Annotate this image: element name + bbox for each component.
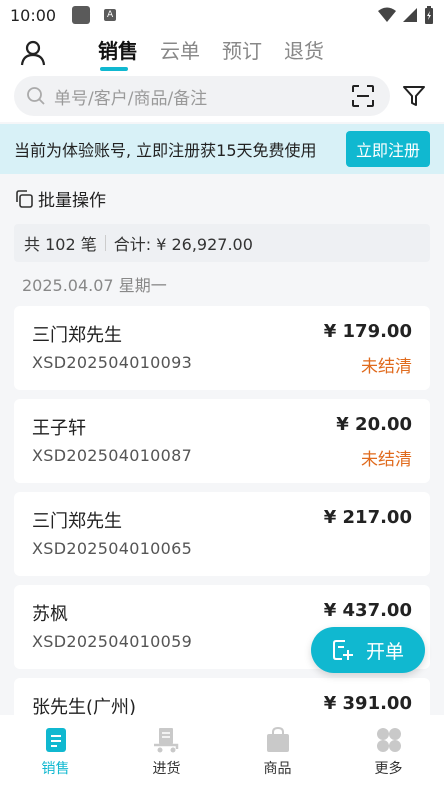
customer-name: 三门郑先生 [32,325,122,346]
sales-doc-icon [45,728,66,752]
user-profile-icon[interactable] [20,40,46,66]
top-tabs: 销售 云单 预订 退货 [98,36,324,71]
scan-icon[interactable] [352,85,374,107]
order-number: XSD202504010093 [32,353,193,372]
keyboard-icon: A [104,9,117,21]
purchase-cart-icon [153,728,178,753]
trial-banner-text: 当前为体验账号, 立即注册获15天免费使用 [14,141,317,160]
payment-status: 未结清 [361,450,412,470]
bottom-nav: 销售 进货 商品 更多 [0,715,444,789]
order-amount: ¥ 20.00 [336,414,412,435]
summary-divider [104,235,106,251]
order-total: 合计: ¥ 26,927.00 [113,235,253,254]
search-input[interactable]: 单号/客户/商品/备注 [14,76,390,116]
order-amount: ¥ 217.00 [323,507,412,528]
order-summary: 共 102 笔 合计: ¥ 26,927.00 [14,224,430,262]
nav-sales[interactable]: 销售 [0,715,111,789]
order-count: 共 102 笔 [24,235,97,254]
date-header: 2025.04.07 星期一 [22,276,167,295]
nav-goods[interactable]: 商品 [222,715,333,789]
list-item[interactable]: 王子轩 XSD202504010087 ¥ 20.00 未结清 [14,399,430,483]
filter-icon[interactable] [402,84,426,108]
payment-status: 未结清 [361,357,412,377]
notification-icon [72,6,91,24]
new-order-icon [332,640,353,660]
order-amount: ¥ 179.00 [323,321,412,342]
nav-sales-label: 销售 [41,761,70,777]
search-placeholder: 单号/客户/商品/备注 [54,88,208,109]
customer-name: 王子轩 [32,418,86,439]
more-grid-icon [376,728,401,752]
register-button[interactable]: 立即注册 [346,131,430,167]
order-number: XSD202504010087 [32,446,193,465]
app-header: 销售 云单 预订 退货 单号/客户/商品/备注 [0,30,444,122]
status-bar: 10:00 A [0,0,444,30]
nav-purchase-label: 进货 [152,761,181,777]
list-item[interactable]: 三门郑先生 XSD202504010065 ¥ 217.00 [14,492,430,576]
nav-goods-label: 商品 [263,761,292,777]
status-time: 10:00 [10,5,57,25]
tab-cloud-orders[interactable]: 云单 [160,36,200,68]
tab-reservations[interactable]: 预订 [222,36,262,68]
wifi-icon [378,7,396,22]
customer-name: 三门郑先生 [32,511,122,532]
batch-operation-label: 批量操作 [38,191,106,211]
batch-operation-button[interactable]: 批量操作 [14,186,106,211]
trial-banner: 当前为体验账号, 立即注册获15天免费使用 立即注册 [0,124,444,174]
list-item[interactable]: 三门郑先生 XSD202504010093 ¥ 179.00 未结清 [14,306,430,390]
search-icon [27,87,45,105]
signal-icon [403,8,417,22]
order-amount: ¥ 391.00 [323,693,412,714]
order-number: XSD202504010059 [32,632,193,651]
order-number: XSD202504010065 [32,539,193,558]
order-amount: ¥ 437.00 [323,600,412,621]
nav-more-label: 更多 [374,761,403,777]
nav-more[interactable]: 更多 [333,715,444,789]
customer-name: 苏枫 [32,604,68,625]
create-order-button[interactable]: 开单 [311,627,425,673]
nav-purchase[interactable]: 进货 [111,715,222,789]
tab-returns[interactable]: 退货 [284,36,324,68]
order-list: 三门郑先生 XSD202504010093 ¥ 179.00 未结清 王子轩 X… [14,306,430,771]
create-order-label: 开单 [365,640,404,663]
copy-icon [16,189,33,208]
battery-icon [425,6,433,24]
goods-bag-icon [266,727,289,752]
tab-sales[interactable]: 销售 [98,36,138,71]
